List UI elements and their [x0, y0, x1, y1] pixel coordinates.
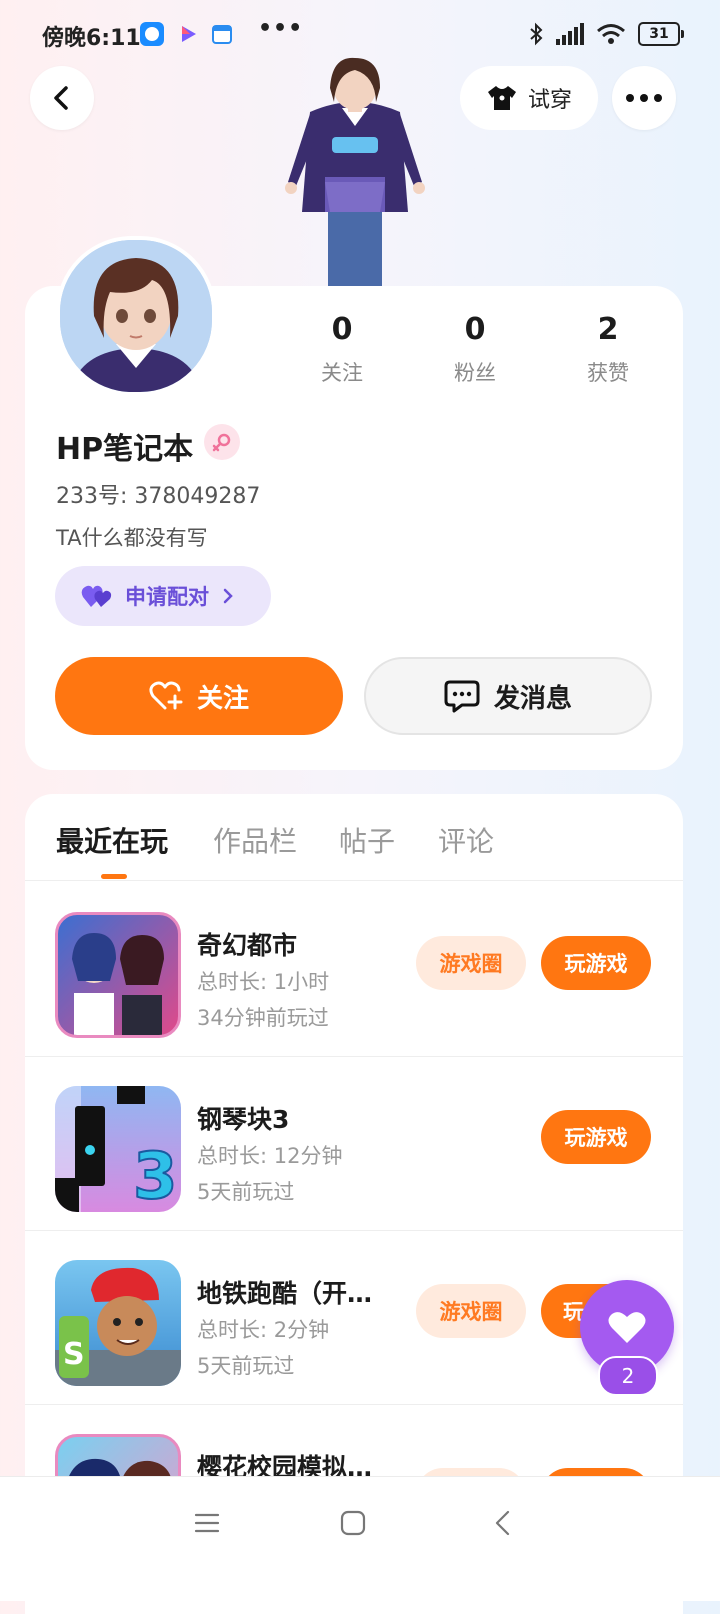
status-time: 傍晚6:11	[42, 26, 141, 51]
likes-label: 获赞	[587, 361, 629, 385]
game-last-played: 5天前玩过	[197, 1180, 295, 1204]
avatar[interactable]	[56, 236, 216, 396]
following-stat[interactable]: 0 关注	[282, 312, 402, 387]
heart-plus-icon	[149, 681, 183, 710]
svg-text:3: 3	[133, 1140, 178, 1212]
likes-count: 2	[597, 312, 619, 347]
avatar-illustration	[60, 240, 212, 392]
chevron-left-icon	[54, 86, 68, 110]
tshirt-icon	[487, 86, 516, 110]
game-duration: 总时长: 12分钟	[197, 1144, 343, 1168]
double-heart-icon	[81, 585, 112, 607]
game-name: 钢琴块3	[197, 1105, 290, 1134]
menu-icon[interactable]	[194, 1511, 220, 1535]
home-icon[interactable]	[340, 1510, 366, 1536]
more-options-button[interactable]	[612, 66, 676, 130]
chevron-right-icon	[223, 588, 233, 604]
like-count-badge: 2	[598, 1356, 658, 1396]
game-name: 奇幻都市	[197, 931, 298, 960]
username: HP笔记本	[56, 432, 194, 467]
user-id: 233号: 378049287	[56, 484, 261, 509]
following-count: 0	[331, 312, 353, 347]
fans-stat[interactable]: 0 粉丝	[415, 312, 535, 387]
try-on-label: 试穿	[527, 88, 572, 113]
follow-label: 关注	[196, 683, 249, 714]
female-gender-icon	[204, 424, 240, 460]
send-message-label: 发消息	[493, 683, 572, 714]
battery-level: 31	[638, 22, 684, 46]
try-on-button[interactable]: 试穿	[460, 66, 598, 130]
status-right-icons: 31	[528, 22, 684, 46]
request-pair-button[interactable]: 申请配对	[55, 566, 271, 626]
likes-stat[interactable]: 2 获赞	[548, 312, 668, 387]
active-tab-indicator	[101, 874, 127, 879]
more-horizontal-icon	[626, 94, 662, 102]
game-icon-fantasy-city	[55, 912, 181, 1038]
game-name: 地铁跑酷（开…	[197, 1279, 373, 1308]
wifi-icon	[597, 24, 625, 44]
tab-works[interactable]: 作品栏	[213, 820, 297, 860]
game-last-played: 34分钟前玩过	[197, 1006, 329, 1030]
video-app-icon	[176, 22, 200, 46]
app-notification-icon	[140, 22, 164, 46]
game-duration: 总时长: 2分钟	[197, 1318, 330, 1342]
game-row[interactable]: 3 钢琴块3 总时长: 12分钟 5天前玩过 玩游戏	[25, 1056, 683, 1231]
play-game-button[interactable]: 玩游戏	[541, 1110, 651, 1164]
fans-label: 粉丝	[454, 361, 496, 385]
signal-icon	[556, 23, 584, 45]
tab-comments[interactable]: 评论	[438, 820, 494, 860]
tab-posts[interactable]: 帖子	[339, 820, 395, 860]
svg-text:S: S	[63, 1337, 85, 1372]
fans-count: 0	[464, 312, 486, 347]
character-avatar-illustration	[285, 57, 425, 288]
system-navigation-bar	[0, 1476, 720, 1601]
game-last-played: 5天前玩过	[197, 1354, 295, 1378]
back-button[interactable]	[30, 66, 94, 130]
game-icon-subway-surfers: S	[55, 1260, 181, 1386]
game-circle-button[interactable]: 游戏圈	[416, 936, 526, 990]
game-icon-piano-tiles: 3	[55, 1086, 181, 1212]
play-game-button[interactable]: 玩游戏	[541, 936, 651, 990]
bluetooth-icon	[530, 22, 543, 46]
tab-recently-played[interactable]: 最近在玩	[56, 820, 168, 860]
heart-icon	[608, 1312, 646, 1343]
game-circle-button[interactable]: 游戏圈	[416, 1284, 526, 1338]
chat-bubble-icon	[444, 680, 480, 713]
calendar-app-icon	[210, 22, 234, 46]
user-bio: TA什么都没有写	[56, 526, 208, 550]
back-icon[interactable]	[492, 1509, 512, 1537]
profile-tabs: 最近在玩 作品栏 帖子 评论	[25, 794, 683, 881]
following-label: 关注	[321, 361, 363, 385]
send-message-button[interactable]: 发消息	[364, 657, 652, 735]
request-pair-label: 申请配对	[125, 585, 209, 609]
game-duration: 总时长: 1小时	[197, 970, 330, 994]
follow-button[interactable]: 关注	[55, 657, 343, 735]
game-row[interactable]: 奇幻都市 总时长: 1小时 34分钟前玩过 游戏圈 玩游戏	[25, 882, 683, 1057]
status-more-dots: •••	[258, 16, 304, 41]
